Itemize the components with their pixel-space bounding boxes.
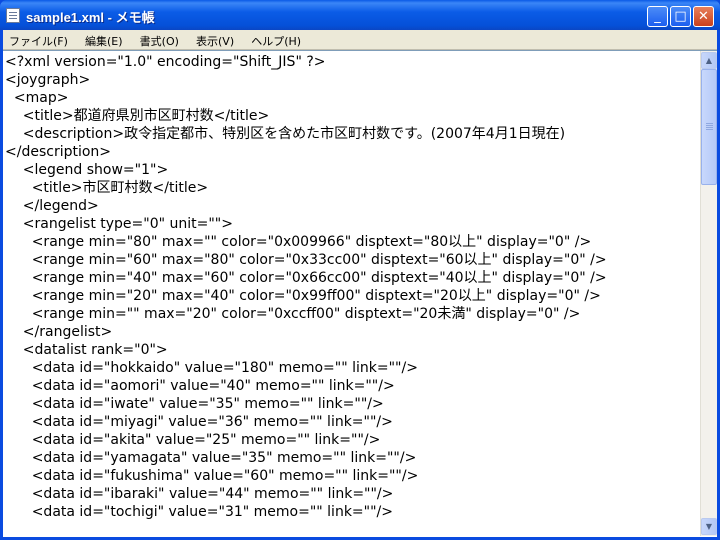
- text-line: <data id="fukushima" value="60" memo="" …: [5, 468, 419, 484]
- text-line: <range min="60" max="80" color="0x33cc00…: [5, 252, 607, 268]
- scroll-thumb[interactable]: [701, 69, 717, 185]
- text-line: <data id="aomori" value="40" memo="" lin…: [5, 378, 395, 394]
- scroll-up-button[interactable]: ▲: [701, 52, 717, 69]
- menu-help[interactable]: ヘルプ(H): [245, 32, 307, 51]
- thumb-grip-line: [706, 125, 713, 126]
- text-line: </description>: [5, 144, 112, 160]
- text-line: <joygraph>: [5, 72, 91, 88]
- text-line: <map>: [5, 90, 69, 106]
- text-line: <title>市区町村数</title>: [5, 180, 209, 196]
- text-editor[interactable]: <?xml version="1.0" encoding="Shift_JIS"…: [3, 50, 717, 537]
- text-line: <data id="ibaraki" value="44" memo="" li…: [5, 486, 394, 502]
- menu-bar: ファイル(F) 編集(E) 書式(O) 表示(V) ヘルプ(H): [3, 30, 717, 50]
- maximize-button[interactable]: □: [670, 6, 691, 27]
- menu-format[interactable]: 書式(O): [134, 32, 185, 51]
- text-line: <data id="hokkaido" value="180" memo="" …: [5, 360, 418, 376]
- text-line: <datalist rank="0">: [5, 342, 168, 358]
- thumb-grip-line: [706, 127, 713, 128]
- menu-file[interactable]: ファイル(F): [3, 32, 74, 51]
- menu-edit[interactable]: 編集(E): [79, 32, 129, 51]
- text-line: <range min="" max="20" color="0xccff00" …: [5, 306, 581, 322]
- text-line: <range min="40" max="60" color="0x66cc00…: [5, 270, 607, 286]
- text-line: <title>都道府県別市区町村数</title>: [5, 108, 270, 124]
- text-line: <?xml version="1.0" encoding="Shift_JIS"…: [5, 54, 326, 70]
- vertical-scrollbar[interactable]: ▲ ▼: [700, 51, 717, 536]
- scroll-down-button[interactable]: ▼: [701, 518, 717, 535]
- close-button[interactable]: ✕: [693, 6, 714, 27]
- thumb-grip-line: [706, 129, 713, 130]
- text-line: <description>政令指定都市、特別区を含めた市区町村数です。(2007…: [5, 126, 566, 142]
- title-bar[interactable]: sample1.xml - メモ帳 _ □ ✕: [0, 0, 720, 30]
- text-line: </rangelist>: [5, 324, 113, 340]
- text-line: </legend>: [5, 198, 99, 214]
- notepad-icon: [6, 8, 20, 23]
- text-line: <range min="80" max="" color="0x009966" …: [5, 234, 592, 250]
- text-content[interactable]: <?xml version="1.0" encoding="Shift_JIS"…: [5, 53, 698, 535]
- thumb-grip-line: [706, 123, 713, 124]
- text-line: <data id="miyagi" value="36" memo="" lin…: [5, 414, 393, 430]
- text-line: <data id="yamagata" value="35" memo="" l…: [5, 450, 417, 466]
- notepad-window: sample1.xml - メモ帳 _ □ ✕ ファイル(F) 編集(E) 書式…: [0, 0, 720, 540]
- window-title: sample1.xml - メモ帳: [26, 10, 155, 25]
- text-line: <legend show="1">: [5, 162, 169, 178]
- text-line: <range min="20" max="40" color="0x99ff00…: [5, 288, 601, 304]
- text-line: <data id="tochigi" value="31" memo="" li…: [5, 504, 393, 520]
- text-line: <data id="akita" value="25" memo="" link…: [5, 432, 381, 448]
- text-line: <data id="iwate" value="35" memo="" link…: [5, 396, 384, 412]
- menu-view[interactable]: 表示(V): [190, 32, 240, 51]
- minimize-button[interactable]: _: [647, 6, 668, 27]
- text-line: <rangelist type="0" unit="">: [5, 216, 233, 232]
